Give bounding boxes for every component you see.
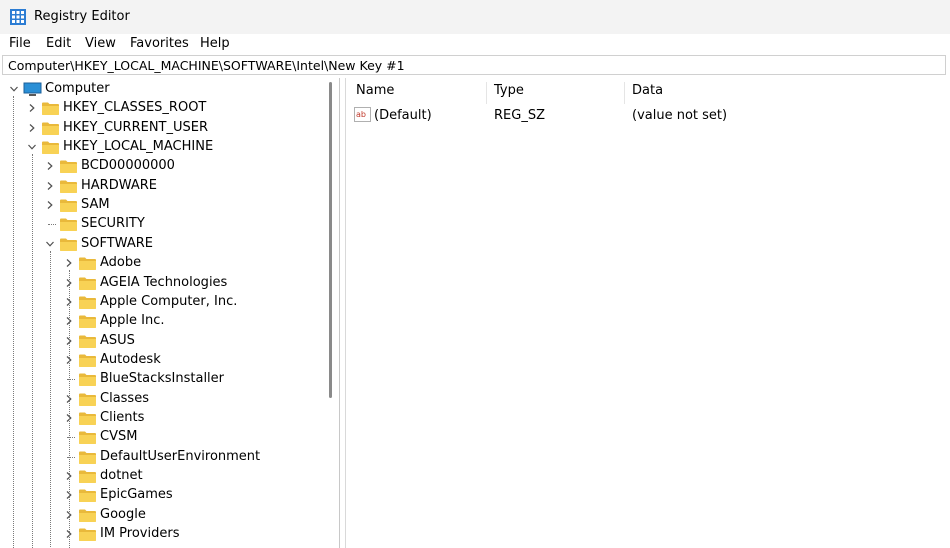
tree-guide-line xyxy=(32,154,33,548)
column-separator[interactable] xyxy=(486,82,487,104)
chevron-right-icon[interactable] xyxy=(44,180,56,192)
tree-node-label: AGEIA Technologies xyxy=(100,274,228,290)
values-list-pane[interactable]: Name Type Data ab (Default) REG_SZ (valu… xyxy=(345,78,950,548)
folder-icon xyxy=(79,412,96,425)
folder-icon xyxy=(60,160,77,174)
chevron-right-icon[interactable] xyxy=(44,199,56,211)
tree-node-label: Classes xyxy=(100,390,149,406)
folder-icon xyxy=(79,335,96,348)
tree-node-hive[interactable]: HKEY_CLASSES_ROOT xyxy=(2,99,320,118)
folder-icon xyxy=(79,451,96,464)
tree-node-label: Computer xyxy=(45,81,110,96)
tree-node-label: DefaultUserEnvironment xyxy=(100,448,261,464)
folder-icon xyxy=(42,122,59,135)
tree-node-label: Autodesk xyxy=(100,351,161,367)
tree-node-label: HARDWARE xyxy=(81,177,157,193)
column-header-data[interactable]: Data xyxy=(632,83,663,105)
tree-node-label: Google xyxy=(100,506,146,522)
tree-pane[interactable]: Computer HKEY_CLASSES_ROOT HKEY_CURRENT_US… xyxy=(2,78,340,548)
chevron-down-icon[interactable] xyxy=(8,83,20,95)
svg-text:ab: ab xyxy=(356,110,366,119)
chevron-down-icon[interactable] xyxy=(44,238,56,250)
menu-file[interactable]: File xyxy=(9,36,31,51)
folder-icon xyxy=(60,199,77,213)
folder-icon xyxy=(60,180,77,193)
tree-guide-line xyxy=(69,270,70,548)
tree-node-computer[interactable]: Computer xyxy=(2,80,320,99)
folder-icon xyxy=(79,431,96,445)
tree-node-hklm-child[interactable]: SAM xyxy=(2,196,320,215)
address-bar[interactable]: Computer\HKEY_LOCAL_MACHINE\SOFTWARE\Int… xyxy=(2,55,946,75)
tree-node-label: HKEY_CURRENT_USER xyxy=(63,119,209,135)
column-separator[interactable] xyxy=(624,82,625,104)
chevron-right-icon[interactable] xyxy=(26,122,38,134)
tree-node-label: CVSM xyxy=(100,429,138,445)
folder-icon xyxy=(79,257,96,271)
column-header-name[interactable]: Name xyxy=(356,83,394,105)
tree-node-label: Clients xyxy=(100,409,145,425)
tree-node-label: SAM xyxy=(81,197,110,213)
tree-node-label: HKEY_CLASSES_ROOT xyxy=(63,100,207,116)
value-row-data: (value not set) xyxy=(632,108,728,123)
folder-icon xyxy=(79,489,96,503)
title-bar: Registry Editor xyxy=(0,0,950,34)
tree-node-label: Adobe xyxy=(100,255,142,271)
address-path[interactable]: Computer\HKEY_LOCAL_MACHINE\SOFTWARE\Int… xyxy=(8,58,405,73)
folder-icon xyxy=(79,315,96,329)
tree-node-hklm-child[interactable]: HARDWARE xyxy=(2,177,320,196)
value-row-name[interactable]: (Default) xyxy=(374,108,432,123)
chevron-right-icon[interactable] xyxy=(26,102,38,114)
folder-icon xyxy=(60,218,77,232)
menu-edit[interactable]: Edit xyxy=(46,36,71,51)
folder-icon xyxy=(79,509,96,522)
chevron-right-icon[interactable] xyxy=(63,257,75,269)
computer-icon xyxy=(23,82,42,96)
folder-icon xyxy=(79,277,96,290)
tree-node-hklm-child[interactable]: BCD00000000 xyxy=(2,157,320,176)
value-row-type: REG_SZ xyxy=(494,108,545,123)
menu-favorites[interactable]: Favorites xyxy=(130,36,189,51)
tree-node-label: EpicGames xyxy=(100,487,173,503)
window-title: Registry Editor xyxy=(34,9,130,24)
tree-guide-line xyxy=(50,251,51,548)
folder-icon xyxy=(60,238,77,251)
folder-icon xyxy=(79,393,96,406)
tree-node-label: IM Providers xyxy=(100,526,180,542)
tree-node-hive[interactable]: HKEY_LOCAL_MACHINE xyxy=(2,138,320,157)
registry-editor-icon xyxy=(10,9,26,25)
tree-node-label: Apple Inc. xyxy=(100,313,165,329)
folder-icon xyxy=(42,141,59,155)
tree-scrollbar[interactable] xyxy=(322,78,334,548)
folder-icon xyxy=(79,296,96,309)
tree-node-hive[interactable]: HKEY_CURRENT_USER xyxy=(2,119,320,138)
folder-icon xyxy=(79,373,96,387)
tree-node-label: ASUS xyxy=(100,332,135,348)
column-header-type[interactable]: Type xyxy=(494,83,524,105)
folder-icon xyxy=(79,470,96,483)
tree-node-label: Apple Computer, Inc. xyxy=(100,293,238,309)
tree-connector xyxy=(48,224,56,226)
tree-guide-line xyxy=(13,96,14,548)
tree-node-label: SOFTWARE xyxy=(81,235,153,251)
tree-node-label: BlueStacksInstaller xyxy=(100,371,225,387)
tree-node-label: HKEY_LOCAL_MACHINE xyxy=(63,139,214,155)
tree-node-label: BCD00000000 xyxy=(81,158,175,174)
string-value-icon: ab xyxy=(354,107,371,122)
folder-icon xyxy=(42,102,59,116)
folder-icon xyxy=(79,528,96,542)
menu-view[interactable]: View xyxy=(85,36,116,51)
chevron-down-icon[interactable] xyxy=(26,141,38,153)
tree-node-hklm-child[interactable]: SECURITY xyxy=(2,215,320,234)
tree-node-label: SECURITY xyxy=(81,216,145,232)
menu-help[interactable]: Help xyxy=(200,36,230,51)
folder-icon xyxy=(79,354,96,367)
chevron-right-icon[interactable] xyxy=(44,160,56,172)
tree-scrollbar-thumb[interactable] xyxy=(329,82,332,398)
tree-node-label: dotnet xyxy=(100,468,143,483)
menu-bar: File Edit View Favorites Help xyxy=(0,34,950,54)
